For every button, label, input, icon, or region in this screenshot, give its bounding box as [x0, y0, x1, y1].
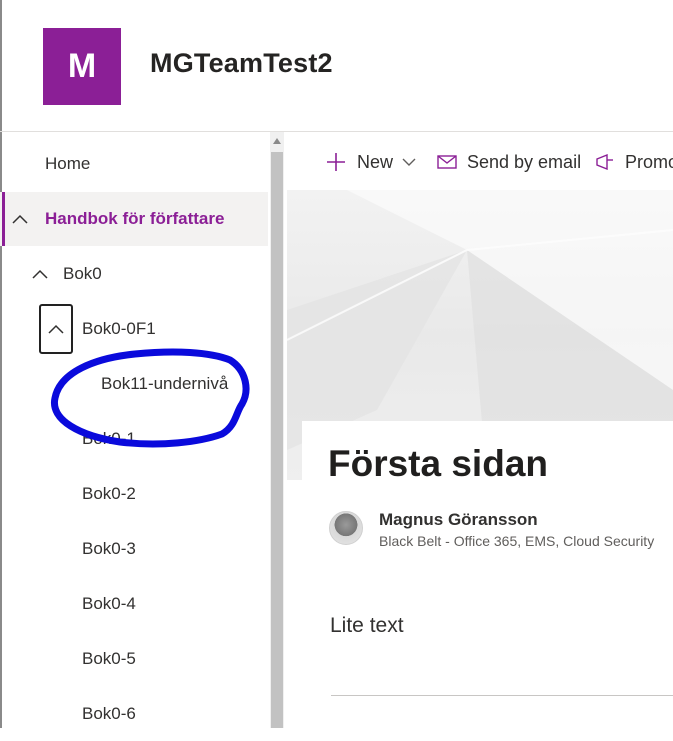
nav-item-bok0-4[interactable]: Bok0-4 [0, 577, 268, 631]
nav-item-label: Bok0-2 [82, 484, 136, 503]
nav-item-label: Bok0-1 [82, 429, 136, 448]
page-body-text: Lite text [330, 614, 404, 637]
scroll-up-arrow-icon[interactable] [270, 138, 284, 148]
nav-item-label: Bok0-5 [82, 649, 136, 668]
nav-item-label: Bok11-undernivå [101, 374, 229, 393]
chevron-up-icon[interactable] [46, 319, 66, 339]
command-bar: New Send by email Promo [300, 140, 673, 184]
nav-item-bok11-undernivå[interactable]: Bok11-undernivå [0, 357, 268, 411]
nav-item-bok0-5[interactable]: Bok0-5 [0, 632, 268, 686]
nav-item-bok0-3[interactable]: Bok0-3 [0, 522, 268, 576]
author-name[interactable]: Magnus Göransson [379, 510, 538, 530]
nav-item-label: Bok0-3 [82, 539, 136, 558]
nav-item-bok0-2[interactable]: Bok0-2 [0, 467, 268, 521]
mail-icon [437, 155, 457, 169]
promote-label: Promo [625, 151, 673, 172]
send-by-email-label: Send by email [467, 151, 582, 172]
nav-item-bok0-6[interactable]: Bok0-6 [0, 687, 268, 741]
send-by-email-button[interactable]: Send by email [437, 140, 581, 184]
scroll-thumb[interactable] [271, 152, 283, 728]
chevron-up-icon[interactable] [10, 209, 30, 229]
promote-button[interactable]: Promo [595, 140, 673, 184]
nav-item-home[interactable]: Home [0, 137, 268, 191]
nav-item-label: Bok0-4 [82, 594, 136, 613]
nav-item-label: Handbok för författare [45, 209, 225, 228]
chevron-down-icon [402, 158, 416, 166]
nav-item-label: Home [45, 154, 91, 173]
nav-item-handbok[interactable]: Handbok för författare [0, 192, 268, 246]
page-title: Första sidan [328, 443, 548, 484]
site-title[interactable]: MGTeamTest2 [150, 48, 333, 79]
author-title: Black Belt - Office 365, EMS, Cloud Secu… [379, 533, 655, 549]
nav-item-bok0-0f1[interactable]: Bok0-0F1 [0, 302, 268, 356]
content-divider [331, 695, 673, 696]
new-label: New [357, 151, 394, 172]
megaphone-icon [596, 154, 613, 170]
nav-item-label: Bok0 [63, 264, 102, 283]
chevron-up-icon[interactable] [30, 264, 50, 284]
new-button[interactable]: New [326, 140, 416, 184]
nav-item-label: Bok0-0F1 [82, 319, 156, 338]
nav-scrollbar[interactable] [270, 132, 284, 728]
nav-item-bok0-1[interactable]: Bok0-1 [0, 412, 268, 466]
author-avatar[interactable] [329, 511, 363, 545]
nav-item-bok0[interactable]: Bok0 [0, 247, 268, 301]
nav-item-label: Bok0-6 [82, 704, 136, 723]
left-navigation: Home Handbok för författare Bok0 Bok0-0F… [0, 132, 286, 728]
site-logo[interactable]: M [43, 28, 121, 105]
plus-icon [327, 153, 345, 171]
